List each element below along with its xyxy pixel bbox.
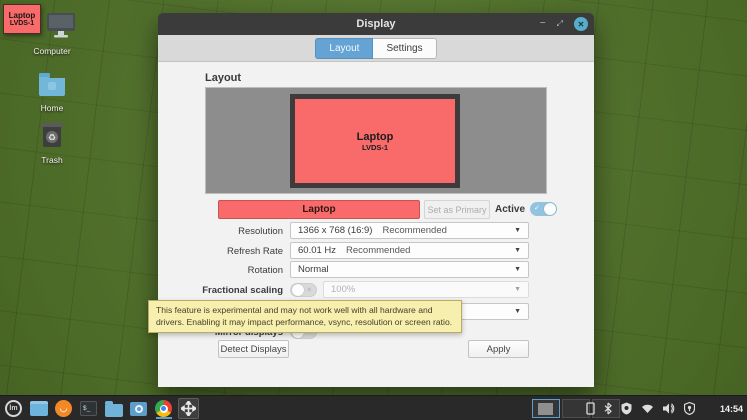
window-title: Display	[356, 18, 395, 30]
monitor-port: LVDS-1	[362, 143, 388, 152]
active-toggle[interactable]: ✓	[530, 202, 557, 216]
fractional-scaling-label: Fractional scaling	[158, 281, 283, 296]
svg-text:♻: ♻	[48, 133, 56, 143]
show-desktop-button[interactable]	[28, 398, 49, 419]
web-app-launcher[interactable]: ◡	[53, 398, 74, 419]
desktop-icon-trash[interactable]: ♻ Trash	[24, 121, 80, 165]
desktop-icon-label: Computer	[20, 46, 84, 56]
restore-button[interactable]: ⤢	[557, 20, 563, 28]
tab-band: Layout Settings	[158, 35, 594, 62]
volume-icon[interactable]	[663, 403, 675, 414]
files-launcher[interactable]	[103, 398, 124, 419]
monitor-layout-canvas[interactable]: Laptop LVDS-1	[205, 87, 547, 194]
security-shield-icon[interactable]	[684, 402, 695, 415]
scale-dropdown: 100% ▼	[323, 281, 529, 298]
fractional-scaling-toggle[interactable]: ✕	[290, 283, 317, 297]
toggle-knob	[544, 203, 556, 215]
bluetooth-icon[interactable]	[604, 402, 612, 415]
resolution-label: Resolution	[158, 222, 283, 237]
chevron-down-icon: ▼	[514, 266, 521, 273]
mint-logo-icon: lm	[5, 400, 22, 417]
display-settings-task[interactable]	[178, 398, 199, 419]
mint-menu-button[interactable]: lm	[3, 398, 24, 419]
active-label: Active	[495, 204, 525, 215]
desktop-icon-label: Trash	[24, 155, 80, 165]
system-tray	[586, 396, 695, 420]
tab-settings[interactable]: Settings	[373, 38, 436, 59]
scale-value: 100%	[331, 284, 355, 295]
detect-displays-button[interactable]: Detect Displays	[218, 340, 289, 358]
workspace-window-thumb	[538, 403, 553, 415]
rotation-dropdown[interactable]: Normal ▼	[290, 261, 529, 278]
monitor-name: Laptop	[357, 131, 394, 143]
resolution-hint: Recommended	[382, 225, 446, 236]
tab-layout[interactable]: Layout	[315, 38, 373, 59]
device-icon[interactable]	[586, 402, 595, 415]
folder-icon	[105, 404, 123, 417]
arrange-displays-icon	[181, 401, 196, 416]
terminal-icon: $_	[80, 401, 97, 416]
experimental-feature-tooltip: This feature is experimental and may not…	[148, 300, 462, 333]
toggle-knob	[292, 284, 304, 296]
badge-title: Laptop	[9, 11, 36, 20]
minimize-button[interactable]: −	[540, 19, 546, 29]
close-button[interactable]: ✕	[574, 17, 588, 31]
refresh-rate-dropdown[interactable]: 60.01 Hz Recommended ▼	[290, 242, 529, 259]
refresh-rate-label: Refresh Rate	[158, 242, 283, 257]
desktop-icon-label: Home	[22, 103, 82, 113]
chevron-down-icon: ▼	[514, 247, 521, 254]
apply-button[interactable]: Apply	[468, 340, 529, 358]
chevron-down-icon: ▼	[514, 227, 521, 234]
wifi-icon[interactable]	[641, 403, 654, 414]
monitor-preview[interactable]: Laptop LVDS-1	[290, 94, 460, 188]
screenshot-launcher[interactable]	[128, 398, 149, 419]
desktop-icon-home[interactable]: Home	[22, 71, 82, 113]
window-content: Layout Laptop LVDS-1 Laptop Set as Prima…	[158, 62, 594, 387]
resolution-dropdown[interactable]: 1366 x 768 (16:9) Recommended ▼	[290, 222, 529, 239]
trash-can-icon: ♻	[40, 121, 64, 148]
computer-monitor-icon	[46, 12, 76, 39]
set-as-primary-button[interactable]: Set as Primary	[424, 200, 490, 219]
home-folder-icon	[37, 71, 67, 96]
titlebar[interactable]: Display − ⤢ ✕	[158, 13, 594, 35]
clock[interactable]: 14:54	[720, 396, 743, 420]
refresh-rate-value: 60.01 Hz	[298, 245, 336, 256]
shield-icon[interactable]	[621, 402, 632, 415]
workspace-1[interactable]	[532, 399, 560, 418]
terminal-launcher[interactable]: $_	[78, 398, 99, 419]
chevron-down-icon: ▼	[514, 286, 521, 293]
display-identify-badge: Laptop LVDS-1	[3, 4, 41, 34]
toggle-check-icon: ✓	[534, 204, 540, 212]
section-title: Layout	[205, 72, 241, 84]
camera-icon	[130, 402, 147, 416]
resolution-value: 1366 x 768 (16:9)	[298, 225, 372, 236]
badge-subtitle: LVDS-1	[10, 20, 34, 27]
refresh-rate-hint: Recommended	[346, 245, 410, 256]
chevron-down-icon: ▼	[514, 308, 521, 315]
desktop-window-icon	[30, 401, 48, 416]
running-app-indicator	[156, 417, 172, 419]
display-laptop-button[interactable]: Laptop	[218, 200, 420, 219]
display-selector-row: Laptop Set as Primary Active ✓	[158, 200, 594, 219]
rotation-value: Normal	[298, 264, 329, 275]
taskbar: lm ◡ $_	[0, 395, 747, 420]
toggle-x-icon: ✕	[306, 286, 312, 294]
rotation-label: Rotation	[158, 261, 283, 276]
chrome-launcher[interactable]	[153, 398, 174, 419]
orange-app-icon: ◡	[55, 400, 72, 417]
chrome-icon	[155, 400, 172, 417]
